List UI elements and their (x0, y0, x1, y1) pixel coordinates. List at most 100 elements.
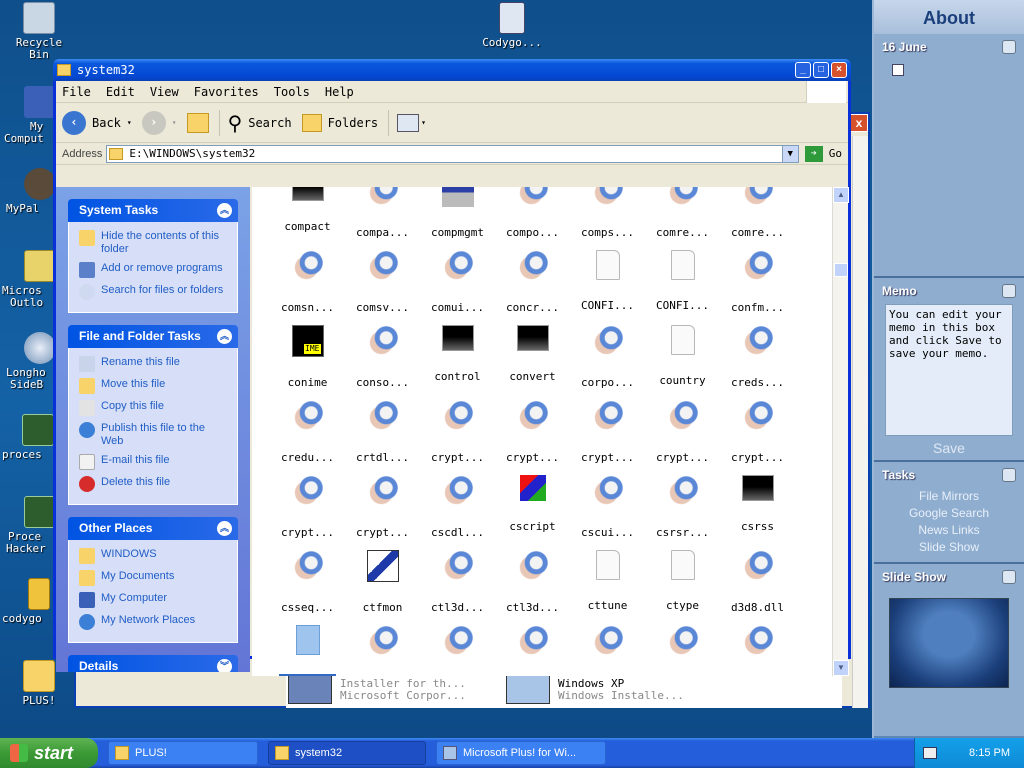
file-item[interactable]: corpo... (570, 325, 645, 400)
file-item[interactable]: compact (270, 187, 345, 250)
address-dropdown-button[interactable]: ▼ (781, 145, 798, 162)
task-link[interactable]: Slide Show (874, 539, 1024, 556)
views-button[interactable]: ▾ (397, 113, 426, 132)
file-item[interactable]: crypt... (270, 475, 345, 550)
task-link[interactable]: File Mirrors (874, 488, 1024, 505)
file-item[interactable]: D3DCo... (495, 625, 570, 676)
file-item[interactable]: compo... (495, 187, 570, 250)
up-button[interactable] (186, 112, 209, 133)
file-item[interactable]: CONFI... (570, 250, 645, 325)
file-item[interactable]: compmgmt (420, 187, 495, 250)
menu-help[interactable]: Help (325, 85, 354, 99)
task-search-files[interactable]: Search for files or folders (79, 284, 229, 300)
file-item[interactable]: control (420, 325, 495, 400)
file-item[interactable]: comui... (420, 250, 495, 325)
file-item[interactable]: cscript (495, 475, 570, 550)
file-item[interactable]: d3d9.dll (420, 625, 495, 676)
file-item[interactable]: comsn... (270, 250, 345, 325)
file-item[interactable]: compa... (345, 187, 420, 250)
file-list-scrollbar[interactable]: ▲ ▼ (832, 187, 849, 676)
file-item[interactable]: D3DCo... (570, 625, 645, 676)
file-item[interactable]: crypt... (720, 400, 795, 475)
calendar-tile[interactable]: 16 June (874, 34, 1024, 278)
file-item[interactable]: cscdl... (420, 475, 495, 550)
taskbar-item-system32[interactable]: system32 (268, 741, 426, 765)
file-item[interactable]: comsv... (345, 250, 420, 325)
file-item[interactable]: conso... (345, 325, 420, 400)
task-link[interactable]: News Links (874, 522, 1024, 539)
file-item[interactable]: crypt... (570, 400, 645, 475)
tile-menu-icon[interactable] (1002, 468, 1016, 482)
tile-menu-icon[interactable] (1002, 284, 1016, 298)
desktop-icon-codygo-top[interactable]: Codygo... (474, 2, 550, 49)
place-my-computer[interactable]: My Computer (79, 592, 229, 608)
collapse-icon[interactable]: ︽ (217, 329, 232, 344)
file-item[interactable]: credu... (270, 400, 345, 475)
search-button[interactable]: ⚲ Search (228, 111, 292, 135)
scroll-down-button[interactable]: ▼ (833, 660, 849, 676)
expand-icon[interactable]: ︾ (217, 659, 232, 672)
file-item[interactable]: d3d8t... (345, 625, 420, 676)
file-item[interactable]: country (645, 325, 720, 400)
file-folder-tasks-header[interactable]: File and Folder Tasks ︽ (68, 325, 238, 348)
file-item[interactable]: csrsr... (645, 475, 720, 550)
menu-favorites[interactable]: Favorites (194, 85, 259, 99)
minimize-button[interactable]: _ (795, 62, 811, 78)
file-item[interactable]: convert (495, 325, 570, 400)
back-button[interactable]: ‹ Back ▾ (62, 110, 132, 135)
file-item[interactable]: csseq... (270, 550, 345, 625)
maximize-button[interactable]: □ (813, 62, 829, 78)
file-item[interactable]: d3d8.dll (720, 550, 795, 625)
task-rename-file[interactable]: Rename this file (79, 356, 229, 372)
taskbar-item-plus[interactable]: PLUS! (108, 741, 258, 765)
file-item[interactable]: csrss (720, 475, 795, 550)
background-window-close-button[interactable]: x (850, 114, 868, 132)
file-item[interactable]: concr... (495, 250, 570, 325)
file-item[interactable]: crtdl... (345, 400, 420, 475)
sidebar-header[interactable]: About (874, 0, 1024, 34)
other-places-header[interactable]: Other Places ︽ (68, 517, 238, 540)
file-item[interactable]: creds... (720, 325, 795, 400)
file-item[interactable]: crypt... (495, 400, 570, 475)
close-button[interactable]: × (831, 62, 847, 78)
keyboard-icon[interactable] (923, 747, 937, 759)
taskbar-item-microsoft-plus[interactable]: Microsoft Plus! for Wi... (436, 741, 606, 765)
tile-menu-icon[interactable] (1002, 40, 1016, 54)
task-link[interactable]: Google Search (874, 505, 1024, 522)
go-button[interactable]: ➔ Go (804, 145, 842, 162)
menu-file[interactable]: File (62, 85, 91, 99)
file-item[interactable]: crypt... (345, 475, 420, 550)
background-window-scrollbar[interactable] (852, 136, 868, 708)
memo-textarea[interactable]: You can edit your memo in this box and c… (885, 304, 1013, 436)
file-item[interactable]: D3DCo... (645, 625, 720, 676)
address-input[interactable]: E:\WINDOWS\system32 ▼ (106, 144, 799, 163)
file-item[interactable]: confm... (720, 250, 795, 325)
memo-save-button[interactable]: Save (874, 440, 1024, 456)
system-tasks-header[interactable]: System Tasks ︽ (68, 199, 238, 222)
menu-view[interactable]: View (150, 85, 179, 99)
tile-menu-icon[interactable] (1002, 570, 1016, 584)
collapse-icon[interactable]: ︽ (217, 521, 232, 536)
file-item[interactable]: ctl3d... (420, 550, 495, 625)
scroll-thumb[interactable] (834, 263, 848, 277)
file-item[interactable]: CONFI... (645, 250, 720, 325)
task-email-file[interactable]: E-mail this file (79, 454, 229, 470)
file-item[interactable]: cscui... (570, 475, 645, 550)
task-delete-file[interactable]: Delete this file (79, 476, 229, 492)
file-item[interactable]: comre... (720, 187, 795, 250)
task-copy-file[interactable]: Copy this file (79, 400, 229, 416)
file-item[interactable]: ctl3d... (495, 550, 570, 625)
file-item[interactable]: IME conime (270, 325, 345, 400)
file-item[interactable]: ctfmon (345, 550, 420, 625)
clock[interactable]: 8:15 PM (969, 747, 1010, 759)
file-item[interactable]: crypt... (420, 400, 495, 475)
place-my-network-places[interactable]: My Network Places (79, 614, 229, 630)
menu-tools[interactable]: Tools (274, 85, 310, 99)
menu-edit[interactable]: Edit (106, 85, 135, 99)
file-item[interactable]: comre... (645, 187, 720, 250)
task-publish-file[interactable]: Publish this file to the Web (79, 422, 229, 448)
scroll-up-button[interactable]: ▲ (833, 187, 849, 203)
file-item[interactable]: ctype (645, 550, 720, 625)
start-button[interactable]: start (0, 738, 98, 768)
collapse-icon[interactable]: ︽ (217, 203, 232, 218)
